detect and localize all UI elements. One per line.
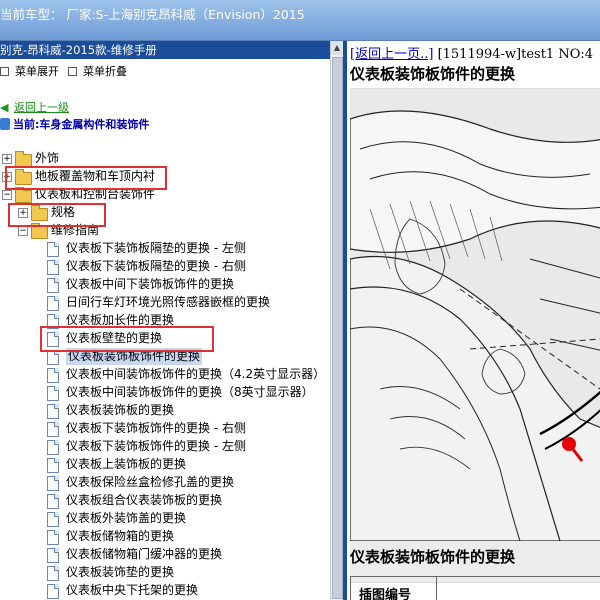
expander-icon[interactable]: + <box>2 154 12 164</box>
tree-doc-item[interactable]: 仪表板储物箱的更换 <box>0 528 330 545</box>
tree-item-label: 仪表板上装饰板的更换 <box>66 457 187 471</box>
highlight-box-guide <box>8 203 106 227</box>
document-icon <box>47 494 59 509</box>
category-icon <box>0 118 10 130</box>
tree-item-label: 仪表板中间装饰板饰件的更换（8英寸显示器） <box>66 385 314 399</box>
document-icon <box>47 260 59 275</box>
tree-item-label: 仪表板下装饰板饰件的更换 - 左侧 <box>66 439 246 453</box>
tree-item-label: 仪表板下装饰板隔垫的更换 - 右侧 <box>66 259 246 273</box>
collapse-menu-label: 菜单折叠 <box>83 65 127 78</box>
tree-item-label: 仪表板储物箱的更换 <box>66 529 175 543</box>
folder-icon <box>15 187 32 203</box>
document-icon <box>47 422 59 437</box>
tree-doc-item[interactable]: 仪表板下装饰板隔垫的更换 - 右侧 <box>0 258 330 275</box>
tree-doc-item[interactable]: 仪表板中间装饰板饰件的更换（8英寸显示器） <box>0 384 330 401</box>
tree-folder-item[interactable]: + 外饰 <box>0 150 330 167</box>
tree-doc-item[interactable]: 日间行车灯环境光照传感器嵌框的更换 <box>0 294 330 311</box>
document-icon <box>47 548 59 563</box>
tree-doc-item[interactable]: 仪表板下装饰板饰件的更换 - 右侧 <box>0 420 330 437</box>
document-icon <box>47 296 59 311</box>
scroll-thumb[interactable] <box>332 57 343 599</box>
tree-doc-item[interactable]: 仪表板储物箱门缓冲器的更换 <box>0 546 330 563</box>
left-scrollbar[interactable]: ▲ <box>330 41 343 600</box>
folder-icon <box>31 223 48 239</box>
section-title: 仪表板装饰板饰件的更换 <box>350 548 516 566</box>
expand-menu-button[interactable]: 菜单展开 <box>0 63 59 79</box>
document-icon <box>47 368 59 383</box>
tree-doc-item[interactable]: 仪表板保险丝盒检修孔盖的更换 <box>0 474 330 491</box>
tree-item-label: 仪表板储物箱门缓冲器的更换 <box>66 547 223 561</box>
tree-doc-item[interactable]: 仪表板装饰垫的更换 <box>0 564 330 581</box>
page-title: 仪表板装饰板饰件的更换 <box>350 65 516 83</box>
tree-doc-item[interactable]: 仪表板下装饰板隔垫的更换 - 左侧 <box>0 240 330 257</box>
table-header: 插图编号 <box>359 588 412 600</box>
illustration <box>350 88 600 583</box>
dashboard-illustration <box>350 89 600 542</box>
tree-doc-item[interactable]: 仪表板组合仪表装饰板的更换 <box>0 492 330 509</box>
tree-doc-item[interactable]: 仪表板中间下装饰板饰件的更换 <box>0 276 330 293</box>
tree-doc-item[interactable]: 仪表板中央下托架的更换 <box>0 582 330 599</box>
parts-table: 插图编号 <box>350 576 600 600</box>
tree-doc-item[interactable]: 仪表板下装饰板饰件的更换 - 左侧 <box>0 438 330 455</box>
document-icon <box>47 404 59 419</box>
document-icon <box>47 584 59 599</box>
scroll-up-icon[interactable]: ▲ <box>331 41 343 55</box>
highlight-box-selected <box>40 326 214 352</box>
collapse-icon <box>68 66 77 76</box>
tree-doc-item[interactable]: 仪表板上装饰板的更换 <box>0 456 330 473</box>
tree-doc-item[interactable]: 仪表板外装饰盖的更换 <box>0 510 330 527</box>
tree-item-label: 仪表板中央下托架的更换 <box>66 583 199 597</box>
back-page-link[interactable]: [返回上一页..] <box>350 47 433 62</box>
tree-item-label: 仪表板保险丝盒检修孔盖的更换 <box>66 475 235 489</box>
tree-item-label: 日间行车灯环境光照传感器嵌框的更换 <box>66 295 271 309</box>
tree-item-label: 仪表板下装饰板隔垫的更换 - 左侧 <box>66 241 246 255</box>
expand-icon <box>0 66 9 76</box>
document-icon <box>47 530 59 545</box>
document-icon <box>47 458 59 473</box>
tree-item-label: 仪表板中间装饰板饰件的更换（4.2英寸显示器） <box>66 367 326 381</box>
back-link[interactable]: 返回上一级 <box>14 99 69 116</box>
tree-item-label: 仪表板下装饰板饰件的更换 - 右侧 <box>66 421 246 435</box>
tree-item-label: 仪表板组合仪表装饰板的更换 <box>66 493 223 507</box>
vehicle-title: 当前车型： 厂家:S-上海别克昂科威（Envision）2015 <box>0 7 305 22</box>
document-icon <box>47 242 59 257</box>
document-icon <box>47 350 59 365</box>
breadcrumb: [返回上一页..] [1511994-w]test1 NO:4 <box>350 43 593 62</box>
tree-doc-item[interactable]: 仪表板中间装饰板饰件的更换（4.2英寸显示器） <box>0 366 330 383</box>
expander-icon[interactable]: − <box>18 226 28 236</box>
title-bar: 当前车型： 厂家:S-上海别克昂科威（Envision）2015 <box>0 0 600 41</box>
document-icon <box>47 476 59 491</box>
content-panel: [返回上一页..] [1511994-w]test1 NO:4 仪表板装饰板饰件… <box>343 41 600 600</box>
document-icon <box>47 440 59 455</box>
tree-item-label: 仪表板装饰垫的更换 <box>66 565 175 579</box>
manual-title: 别克-昂科威-2015款-维修手册 <box>0 41 342 59</box>
document-icon <box>47 566 59 581</box>
tree-item-label: 仪表板外装饰盖的更换 <box>66 511 187 525</box>
tree-toolbar: 菜单展开 菜单折叠 <box>0 59 342 81</box>
expander-icon[interactable]: − <box>2 190 12 200</box>
tree-doc-item[interactable]: 仪表板装饰板的更换 <box>0 402 330 419</box>
highlight-box-category <box>5 166 167 190</box>
green-arrow-icon: ◀ <box>0 101 9 114</box>
tree-item-label: 仪表板中间下装饰板饰件的更换 <box>66 277 235 291</box>
collapse-menu-button[interactable]: 菜单折叠 <box>68 63 127 79</box>
document-icon <box>47 386 59 401</box>
tree-item-label: 仪表板装饰板的更换 <box>66 403 175 417</box>
table-header-cell: 插图编号 <box>351 577 437 600</box>
document-icon <box>47 278 59 293</box>
expand-menu-label: 菜单展开 <box>15 65 59 78</box>
document-icon <box>47 512 59 527</box>
doc-id: [1511994-w]test1 NO:4 <box>437 47 594 62</box>
navigation-panel: 别克-昂科威-2015款-维修手册 菜单展开 菜单折叠 ◀ 返回上一级 当前:车… <box>0 41 343 600</box>
tree-item-label: 外饰 <box>35 151 60 165</box>
current-category: 当前:车身金属构件和装饰件 <box>13 118 150 131</box>
